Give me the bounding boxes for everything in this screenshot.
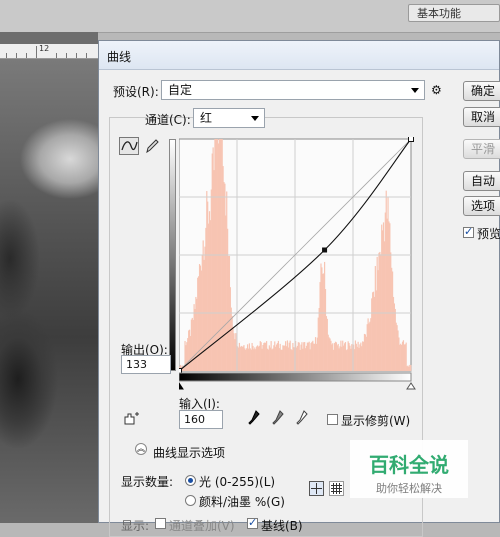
output-field[interactable]: 133 [121,355,171,374]
watermark-subtitle: 助你轻松解决 [376,482,442,495]
channel-value: 红 [200,111,213,125]
curves-graph[interactable] [179,137,419,392]
pencil-tool[interactable] [143,137,161,155]
dialog-titlebar[interactable]: 曲线 [99,41,499,70]
control-point [322,247,328,253]
preset-label: 预设(R): [113,85,159,99]
baseline-checkbox[interactable] [247,516,258,529]
show-amount-label: 显示数量: [121,475,174,489]
simple-grid-icon[interactable] [309,481,324,496]
channel-overlay-checkbox[interactable] [155,518,166,529]
auto-button[interactable]: 自动 [463,171,500,191]
show-options-label: 显示: [121,519,150,533]
curve-icon [121,141,138,151]
end-point-white [408,137,414,142]
ok-button[interactable]: 确定 [463,81,500,101]
light-radio-label: 光 (0-255)(L) [199,475,276,489]
show-clipping-label: 显示修剪(W) [341,414,411,428]
curve-edit-tool[interactable] [119,137,139,155]
channel-label: 通道(C): [145,113,191,127]
input-field[interactable]: 160 [179,410,223,429]
channel-overlay-label: 通道叠加(V) [169,519,235,533]
pigment-radio[interactable] [185,495,196,506]
black-point-slider [179,382,184,390]
baseline-label: 基线(B) [261,519,303,533]
white-eyedropper-icon[interactable] [295,409,309,427]
detailed-grid-icon[interactable] [329,481,344,496]
preview-checkbox[interactable] [463,225,474,238]
hand-target-tool[interactable] [121,410,141,428]
preview-label: 预览 [477,227,500,241]
workspace-switcher[interactable]: 基本功能 [408,4,500,22]
preset-value: 自定 [168,83,193,97]
input-gradient-bar [179,372,412,382]
preset-options-gear-icon[interactable]: ⚙ [431,83,442,97]
output-gradient-bar [169,139,176,371]
histogram-bar [410,364,412,371]
chevron-down-icon [251,116,259,121]
pigment-radio-label: 颜料/油墨 %(G) [199,495,285,509]
pencil-icon [146,139,159,154]
white-point-slider [406,382,416,390]
smooth-button[interactable]: 平滑 [463,139,500,159]
app-topbar: 基本功能 [0,0,500,33]
black-eyedropper-icon[interactable] [247,409,261,427]
ruler-number: 12 [39,44,50,53]
curve-display-options-label: 曲线显示选项 [153,446,226,460]
options-button[interactable]: 选项 [463,196,500,216]
dialog-title: 曲线 [107,50,132,64]
channel-select[interactable]: 红 [193,108,265,128]
gray-eyedropper-icon[interactable] [271,409,285,427]
document-photo [0,59,98,523]
preset-select[interactable]: 自定 [161,80,425,100]
watermark-logo: 百科全说 助你轻松解决 [350,440,468,498]
horizontal-ruler: 12 [0,44,98,59]
watermark-title: 百科全说 [369,453,449,477]
chevron-up-icon[interactable]: ︽ [135,443,147,455]
show-clipping-checkbox[interactable] [327,414,338,425]
hand-icon [124,412,139,425]
cancel-button[interactable]: 取消 [463,107,500,127]
chevron-down-icon [411,88,419,93]
light-radio[interactable] [185,475,196,486]
